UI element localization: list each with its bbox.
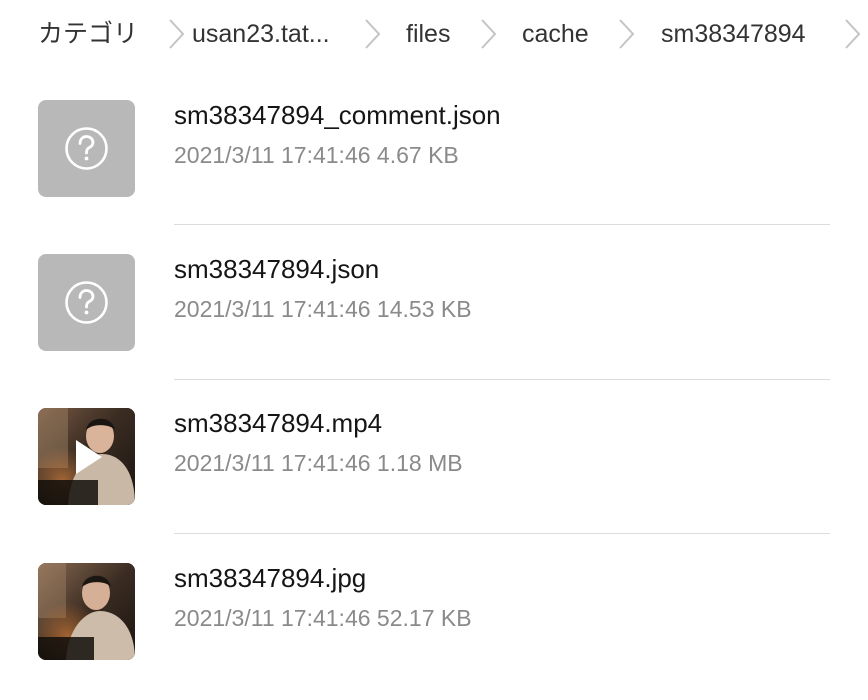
chevron-right-icon bbox=[478, 16, 498, 52]
chevron-right-icon bbox=[842, 16, 862, 52]
divider bbox=[174, 224, 830, 225]
unknown-file-icon bbox=[38, 100, 135, 197]
unknown-file-icon bbox=[38, 254, 135, 351]
list-item[interactable]: sm38347894.mp4 2021/3/11 17:41:46 1.18 M… bbox=[0, 390, 868, 545]
file-name: sm38347894.jpg bbox=[174, 563, 367, 593]
file-meta: 2021/3/11 17:41:46 4.67 KB bbox=[174, 142, 459, 168]
file-meta: 2021/3/11 17:41:46 1.18 MB bbox=[174, 450, 463, 476]
list-item[interactable]: sm38347894.json 2021/3/11 17:41:46 14.53… bbox=[0, 236, 868, 391]
divider bbox=[174, 533, 830, 534]
divider bbox=[174, 379, 830, 380]
breadcrumb: カテゴリ usan23.tat... files cache sm3834789… bbox=[0, 0, 868, 68]
breadcrumb-item-cache[interactable]: cache bbox=[522, 18, 589, 50]
image-thumbnail bbox=[38, 563, 135, 660]
breadcrumb-item-category[interactable]: カテゴリ bbox=[38, 18, 138, 50]
file-meta: 2021/3/11 17:41:46 14.53 KB bbox=[174, 296, 472, 322]
file-name: sm38347894_comment.json bbox=[174, 100, 501, 130]
chevron-right-icon bbox=[362, 16, 382, 52]
breadcrumb-item-files[interactable]: files bbox=[406, 18, 450, 50]
file-name: sm38347894.mp4 bbox=[174, 408, 383, 438]
file-meta: 2021/3/11 17:41:46 52.17 KB bbox=[174, 605, 472, 631]
chevron-right-icon bbox=[166, 16, 186, 52]
video-thumbnail bbox=[38, 408, 135, 505]
list-item[interactable]: sm38347894_comment.json 2021/3/11 17:41:… bbox=[0, 82, 868, 237]
file-name: sm38347894.json bbox=[174, 254, 380, 284]
chevron-right-icon bbox=[616, 16, 636, 52]
list-item[interactable]: sm38347894.jpg 2021/3/11 17:41:46 52.17 … bbox=[0, 545, 868, 700]
breadcrumb-item-current-folder[interactable]: sm38347894 bbox=[661, 18, 806, 50]
breadcrumb-item-package[interactable]: usan23.tat... bbox=[192, 18, 330, 50]
